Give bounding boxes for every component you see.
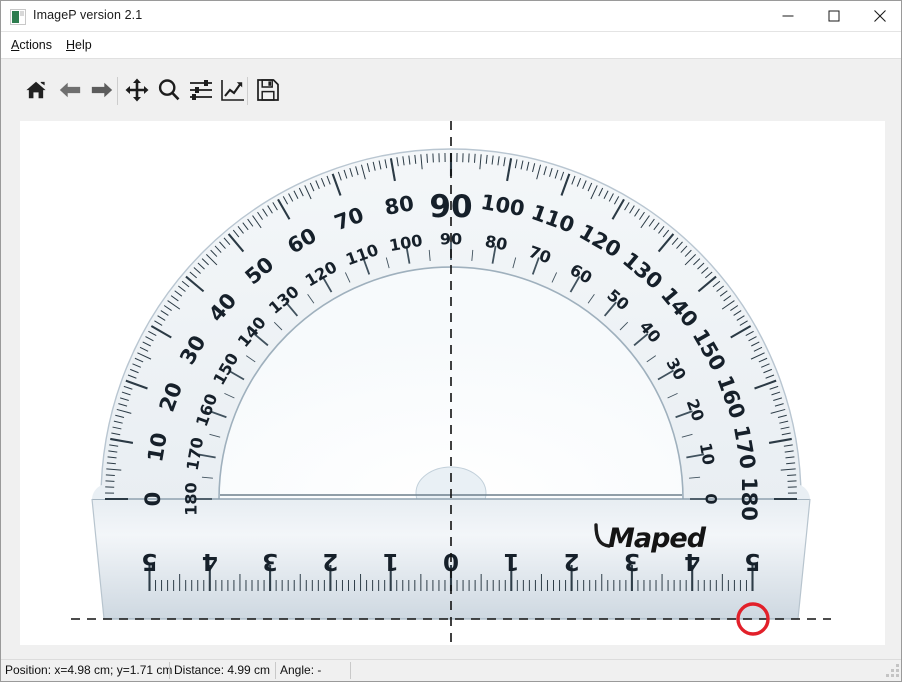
degree-label: 90 [429,189,472,225]
degree-tick [426,153,428,163]
menu-item-actions-label: ctions [19,38,52,52]
application-window: ImageP version 2.1 Actions Help 0 180 10… [0,0,902,682]
zoom-magnifier-icon [158,79,180,101]
degree-tick [105,474,115,476]
degree-label: 80 [383,191,416,220]
degree-tick [787,474,797,476]
ruler-label: 1 [503,548,519,574]
resize-grip[interactable] [886,664,900,678]
configure-subplots-button[interactable] [184,73,218,107]
status-bar: Position: x=4.98 cm; y=1.71 cm Distance:… [1,659,901,681]
status-position: Position: x=4.98 cm; y=1.71 cm [5,663,173,677]
back-arrow-icon [59,82,81,98]
degree-label: 180 [182,482,201,515]
save-floppy-icon [257,79,279,101]
image-canvas[interactable]: 0 180 10 170 20 160 30 150 40 140 50 130 60 120 70 110 8… [20,121,885,645]
degree-label: 10 [696,441,719,466]
ruler-label: 3 [262,548,278,574]
degree-tick [474,153,476,163]
forward-arrow-icon [91,82,113,98]
degree-label: 80 [484,232,509,255]
chart-line-icon [221,80,244,101]
maximize-icon [828,10,840,22]
window-title: ImageP version 2.1 [33,8,143,22]
status-separator-3 [350,662,351,679]
close-icon [874,10,886,22]
degree-label: 10 [143,431,172,464]
ruler-label: 4 [202,548,218,574]
app-image-icon [10,9,26,25]
degree-label: 0 [141,492,165,507]
pan-move-icon [125,78,149,102]
ruler-label: 2 [564,548,580,574]
menu-item-actions[interactable]: Actions [8,37,55,53]
close-button[interactable] [857,1,901,31]
minimize-button[interactable] [765,1,811,31]
toolbar: x=493.145 y=359.793 [106, 114, 117] [1,58,901,149]
status-angle: Angle: - [280,663,322,677]
title-bar: ImageP version 2.1 [1,1,901,32]
ruler-label: 5 [744,548,760,574]
status-distance: Distance: 4.99 cm [174,663,271,677]
minimize-icon [782,15,794,17]
degree-label: 180 [737,477,761,521]
home-button[interactable] [19,73,53,107]
status-separator-1 [169,662,170,679]
protractor-graphic: 0 18010 17020 16030150401405013060120701108… [91,148,811,620]
ruler-label: 1 [383,548,399,574]
brand-logo: Maped [594,523,708,554]
forward-button[interactable] [85,73,119,107]
home-icon [26,81,46,99]
ruler-label: 2 [322,548,338,574]
sliders-configure-icon [190,80,212,100]
pan-button[interactable] [120,73,154,107]
zoom-button[interactable] [152,73,186,107]
degree-label: 90 [440,230,462,249]
degree-label: 0 [702,493,721,504]
maximize-button[interactable] [811,1,857,31]
ruler-label: 0 [443,548,459,574]
save-button[interactable] [251,73,285,107]
status-separator-2 [275,662,276,679]
toolbar-separator-2 [247,77,248,105]
menu-bar: Actions Help [1,32,901,58]
menu-item-help[interactable]: Help [63,37,95,53]
svg-text:Maped: Maped [608,523,707,554]
toolbar-separator-1 [117,77,118,105]
ruler-label: 5 [141,548,157,574]
menu-item-help-label: elp [75,38,92,52]
protractor-image: 0 180 10 170 20 160 30 150 40 140 50 130 60 120 70 110 8… [20,121,885,645]
back-button[interactable] [53,73,87,107]
edit-curve-button[interactable] [216,73,250,107]
